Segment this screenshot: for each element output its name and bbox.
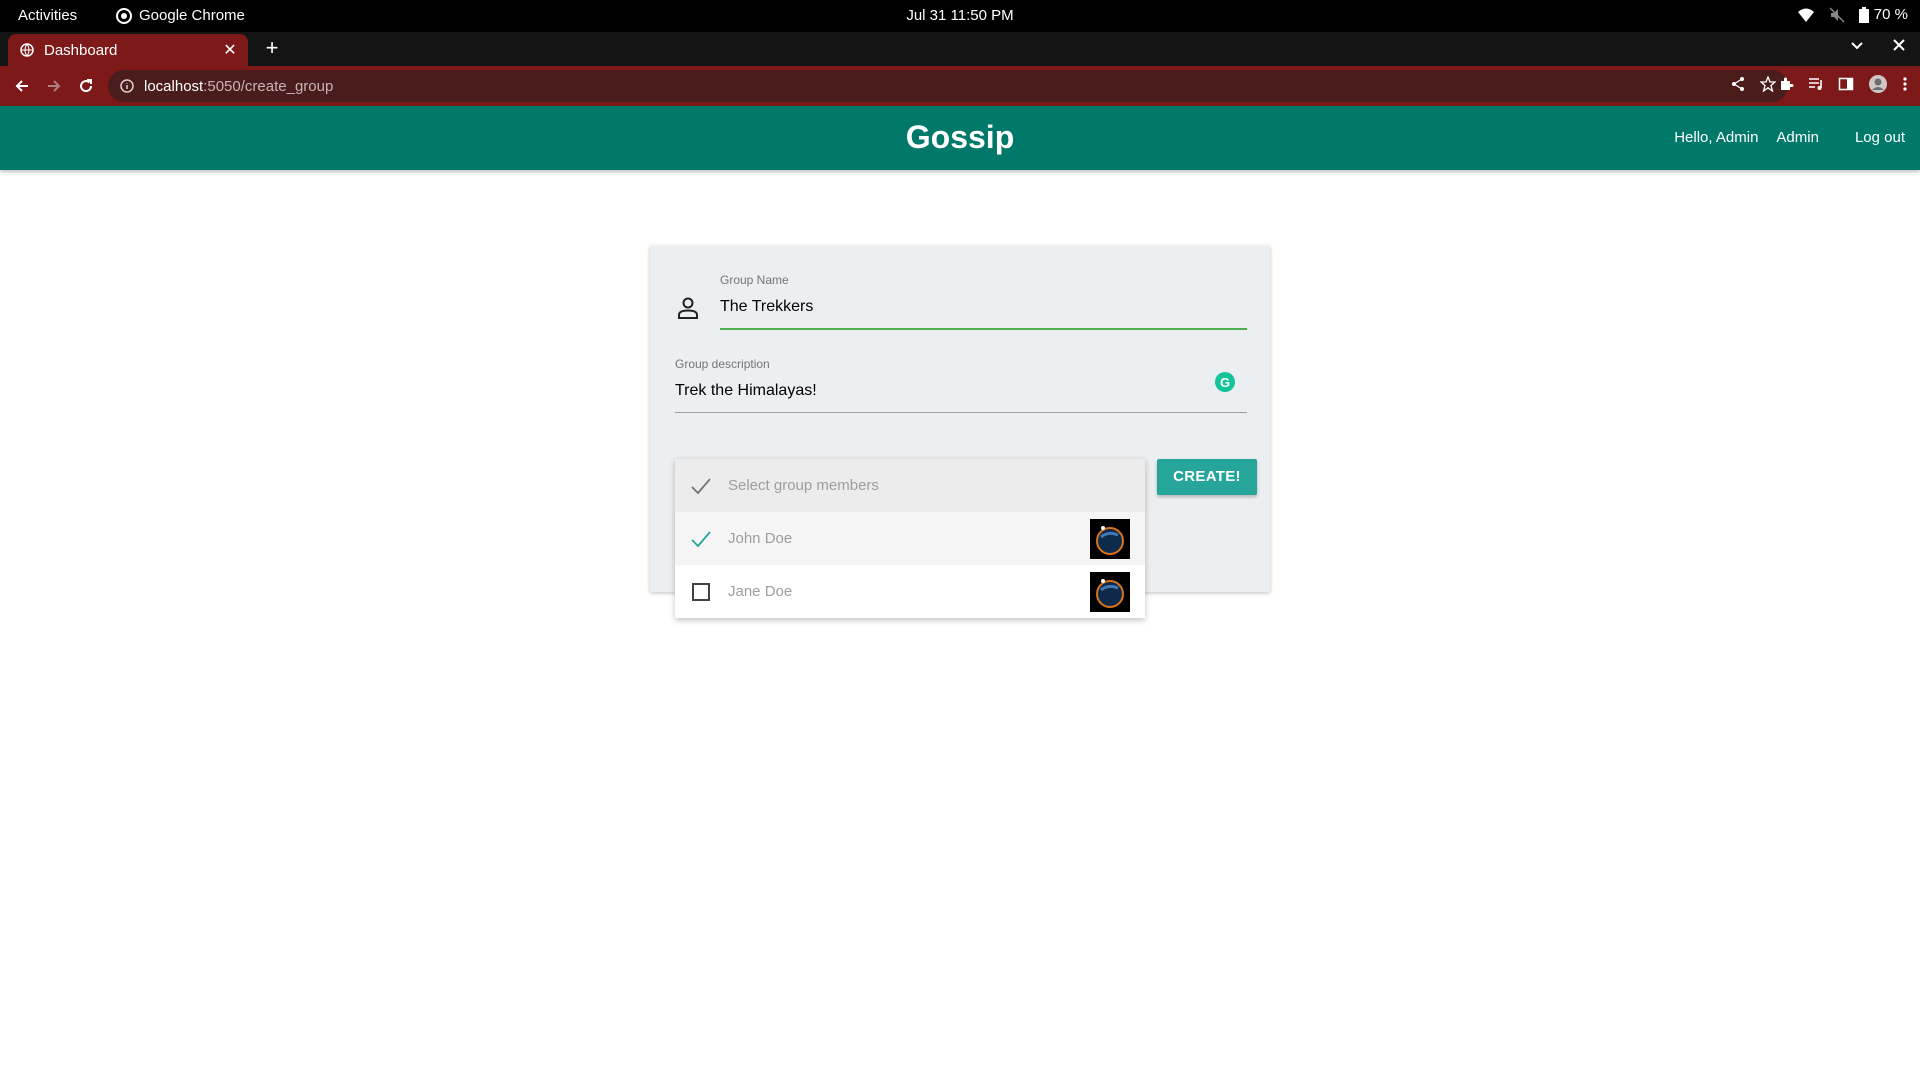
extensions-icon[interactable] [1778,76,1794,92]
battery-level: 70 % [1873,6,1908,23]
tab-title: Dashboard [44,41,118,59]
arrow-left-icon [15,80,28,92]
arrow-right-icon [48,80,61,92]
tab-strip: Dashboard ✕ + [0,32,1920,66]
member-name: Jane Doe [728,583,793,600]
app-header: Gossip Hello, Admin Admin Log out [0,106,1920,170]
greeting-link[interactable]: Hello, Admin [1674,129,1758,146]
member-option[interactable]: John Doe [675,512,1145,565]
system-top-bar: Activities Google Chrome Jul 31 11:50 PM… [0,0,1920,32]
avatar [1090,518,1130,559]
close-window-icon[interactable] [1892,38,1906,52]
chrome-icon [116,7,132,24]
app-menu[interactable]: Google Chrome [116,7,245,24]
person-icon [678,297,698,319]
wifi-icon [1797,8,1814,22]
group-name-label: Group Name [720,273,789,287]
battery-icon [1858,6,1869,23]
header-nav: Hello, Admin Admin Log out [1674,129,1905,146]
check-icon [691,477,711,494]
address-bar[interactable]: localhost:5050/create_group [108,70,1788,102]
checkbox-icon [692,582,710,601]
media-icon[interactable] [1808,76,1824,92]
forward-button[interactable] [42,74,66,98]
reload-button[interactable] [74,74,98,98]
back-button[interactable] [10,74,34,98]
avatar [1090,571,1130,612]
check-icon [691,530,711,547]
profile-icon[interactable] [1868,74,1888,94]
menu-icon[interactable] [1902,76,1908,92]
description-label: Group description [675,357,770,371]
clock[interactable]: Jul 31 11:50 PM [906,7,1013,24]
globe-icon [20,43,34,57]
url-host: localhost [144,77,204,95]
new-tab-button[interactable]: + [260,37,284,61]
create-button[interactable]: CREATE! [1157,459,1257,495]
close-tab-icon[interactable]: ✕ [220,40,240,60]
grammarly-icon[interactable]: G [1215,372,1235,392]
planet-avatar-icon [1096,525,1124,555]
app-name: Google Chrome [139,7,245,24]
group-name-underline [720,328,1247,330]
members-select-header[interactable]: Select group members [675,459,1145,512]
browser-toolbar: localhost:5050/create_group [0,66,1920,106]
sidepanel-icon[interactable] [1838,76,1854,92]
user-link[interactable]: Admin [1776,129,1819,146]
description-underline [675,412,1247,413]
url-path: :5050/create_group [203,77,334,95]
system-tray[interactable]: 70 % [1797,6,1908,23]
tab-dashboard[interactable]: Dashboard ✕ [8,34,248,66]
members-placeholder: Select group members [728,477,879,494]
brand-logo[interactable]: Gossip [906,119,1014,155]
reload-icon [80,79,93,93]
logout-link[interactable]: Log out [1855,129,1905,146]
members-dropdown[interactable]: Select group members John Doe Jane Doe [675,459,1145,618]
volume-muted-icon [1829,6,1845,23]
group-name-input[interactable]: The Trekkers [720,298,813,316]
member-option[interactable]: Jane Doe [675,565,1145,618]
share-icon[interactable] [1730,76,1746,92]
planet-avatar-icon [1096,578,1124,608]
member-name: John Doe [728,530,793,547]
info-icon[interactable] [120,79,134,93]
description-input[interactable]: Trek the Himalayas! [675,382,817,400]
activities-button[interactable]: Activities [18,7,77,24]
star-icon[interactable] [1760,76,1776,92]
chevron-down-icon[interactable] [1850,38,1864,52]
